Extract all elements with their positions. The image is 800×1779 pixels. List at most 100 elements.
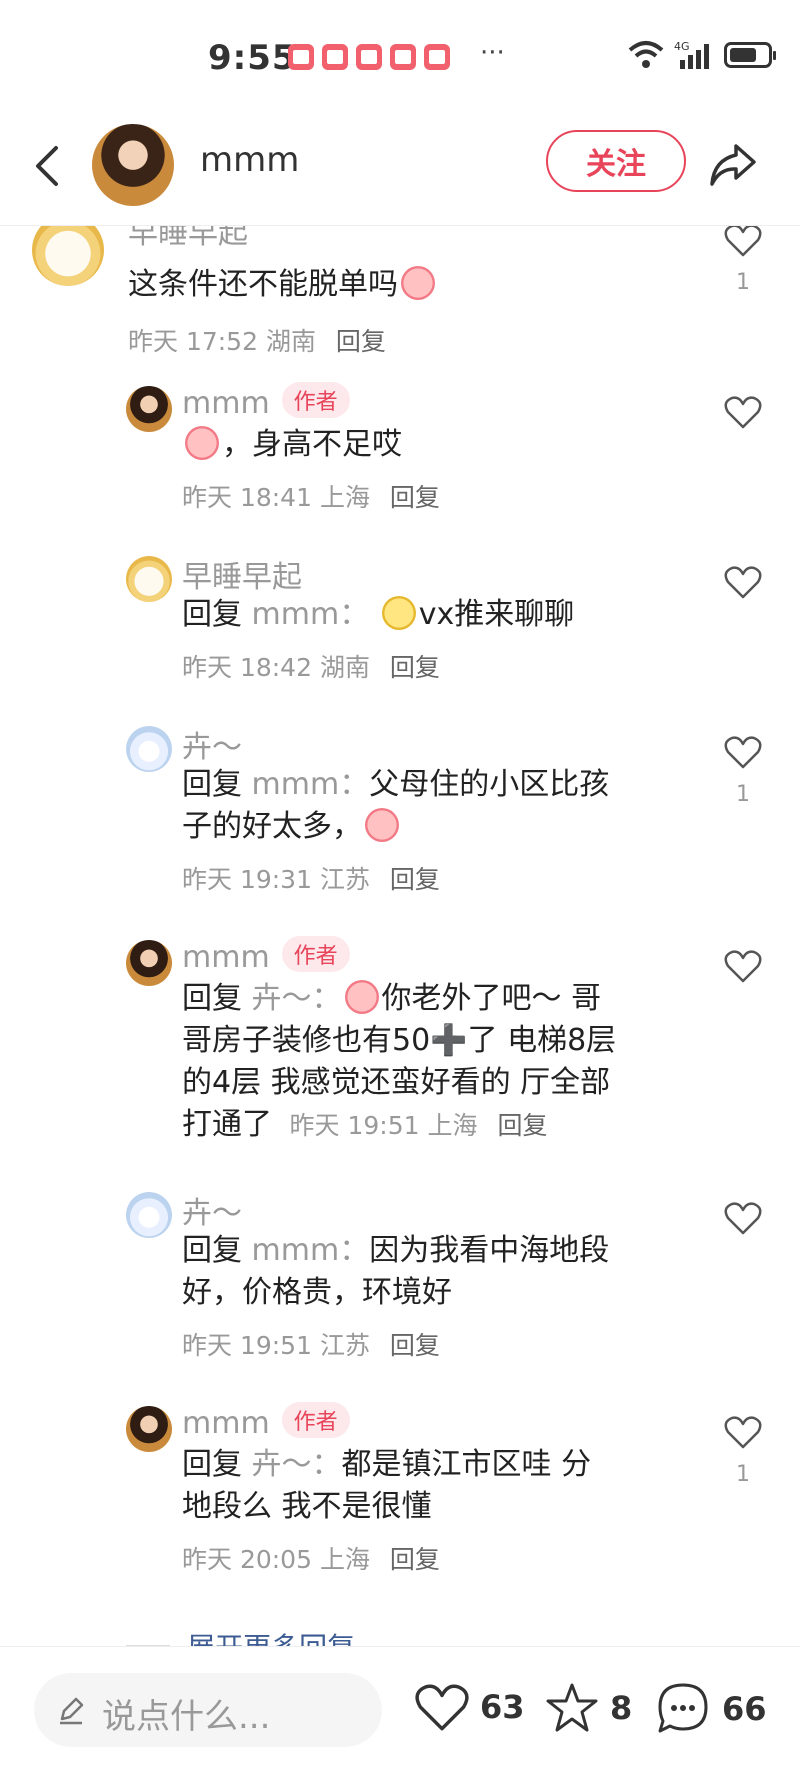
avatar[interactable]: [126, 556, 172, 602]
heart-icon[interactable]: [724, 948, 762, 984]
reply-button[interactable]: 回复: [390, 1545, 440, 1574]
reply-time: 昨天 18:42: [182, 653, 312, 682]
reply-text-line: 回复 mmm：因为我看中海地段: [182, 1230, 682, 1272]
reply-user-name: mmm: [182, 386, 270, 421]
reply-to-user[interactable]: mmm：: [252, 597, 370, 632]
author-badge: 作者: [281, 1402, 350, 1438]
reply-text[interactable]: 回复 mmm： vx推来聊聊: [182, 594, 702, 636]
reply-location: 上海: [319, 1545, 370, 1574]
reply-to-user[interactable]: 卉～：: [252, 1447, 342, 1482]
star-icon[interactable]: [544, 1681, 600, 1735]
reply-button[interactable]: 回复: [390, 653, 440, 682]
bottom-action-bar: 说点什么... 63 8 66: [0, 1646, 800, 1779]
reply-button[interactable]: 回复: [390, 1331, 440, 1360]
reply-text-line: 回复 卉～： 你老外了吧～ 哥: [182, 978, 702, 1020]
reply-body: 打通了: [182, 1107, 272, 1142]
like-count: 1: [736, 782, 750, 807]
heart-icon[interactable]: [724, 734, 762, 770]
signal-icon: 4G: [674, 40, 709, 69]
reply-meta: 昨天 18:42 湖南 回复: [182, 648, 440, 684]
reply-item: 卉～ 回复 mmm：父母住的小区比孩 子的好太多， 昨天 19:31 江苏 回复…: [0, 726, 800, 906]
system-icons: 4G: [628, 40, 776, 70]
avatar[interactable]: [126, 726, 172, 772]
back-icon[interactable]: [28, 138, 68, 194]
heart-icon[interactable]: [724, 1414, 762, 1450]
reply-text[interactable]: 回复 卉～：都是镇江市区哇 分 地段么 我不是很懂: [182, 1444, 682, 1528]
comment-count: 66: [722, 1690, 767, 1728]
like-stat[interactable]: 63: [414, 1681, 525, 1733]
comment-username[interactable]: 早睡早起: [128, 226, 248, 252]
like-count: 1: [736, 1462, 750, 1487]
comment-meta: 昨天 17:52 湖南 回复: [128, 322, 386, 358]
avatar[interactable]: [126, 940, 172, 986]
reply-prefix: 回复: [182, 597, 242, 632]
reply-body: 都是镇江市区哇 分: [341, 1447, 592, 1482]
reply-to-user[interactable]: mmm：: [252, 767, 370, 802]
reply-text[interactable]: 回复 mmm：因为我看中海地段 好，价格贵，环境好: [182, 1230, 682, 1314]
more-notifications-icon: ···: [480, 38, 505, 68]
reply-username[interactable]: mmm 作者: [182, 382, 350, 421]
status-bar: 9:55 ··· 4G: [0, 0, 800, 110]
reply-meta: 昨天 19:51 江苏 回复: [182, 1326, 440, 1362]
heart-icon[interactable]: [724, 564, 762, 600]
notification-app-icon: [390, 44, 416, 70]
comment-input[interactable]: 说点什么...: [34, 1673, 382, 1747]
author-name[interactable]: mmm: [200, 140, 299, 180]
reply-text-line: 好，价格贵，环境好: [182, 1275, 452, 1310]
reply-username[interactable]: 早睡早起: [182, 552, 302, 596]
reply-text[interactable]: 回复 卉～： 你老外了吧～ 哥 哥房子装修也有50➕了 电梯8层 的4层 我感觉还…: [182, 978, 702, 1147]
reply-username[interactable]: 卉～: [182, 722, 242, 766]
heart-icon[interactable]: [414, 1681, 470, 1733]
reply-text[interactable]: 回复 mmm：父母住的小区比孩 子的好太多，: [182, 764, 682, 848]
pencil-icon: [60, 1697, 84, 1725]
like-count: 1: [736, 270, 750, 295]
reply-text[interactable]: ，身高不足哎: [182, 424, 682, 466]
reply-item: 卉～ 回复 mmm：因为我看中海地段 好，价格贵，环境好 昨天 19:51 江苏…: [0, 1192, 800, 1372]
heart-icon[interactable]: [724, 394, 762, 430]
star-stat[interactable]: 8: [544, 1681, 632, 1735]
reply-button[interactable]: 回复: [390, 865, 440, 894]
reply-username[interactable]: mmm 作者: [182, 936, 350, 975]
comment-bubble-icon[interactable]: [654, 1681, 712, 1737]
notification-app-icon: [288, 44, 314, 70]
reply-location: 上海: [319, 483, 370, 512]
comment-stat[interactable]: 66: [654, 1681, 767, 1737]
avatar[interactable]: [126, 1406, 172, 1452]
reply-text-line: 打通了 昨天 19:51 上海 回复: [182, 1104, 702, 1147]
avatar[interactable]: [126, 386, 172, 432]
reply-text-line: 哥房子装修也有50➕了 电梯8层: [182, 1023, 617, 1058]
reply-text-line: 的4层 我感觉还蛮好看的 厅全部: [182, 1065, 611, 1100]
author-badge: 作者: [281, 382, 350, 418]
reply-body: 父母住的小区比孩: [369, 767, 610, 802]
follow-button[interactable]: 关注: [546, 130, 686, 192]
reply-item: mmm 作者 回复 卉～： 你老外了吧～ 哥 哥房子装修也有50➕了 电梯8层 的4…: [0, 936, 800, 1150]
heart-icon[interactable]: [724, 226, 762, 258]
reply-prefix: 回复: [182, 981, 242, 1016]
input-placeholder: 说点什么...: [102, 1697, 271, 1737]
reply-username[interactable]: mmm 作者: [182, 1402, 350, 1441]
reply-button[interactable]: 回复: [390, 483, 440, 512]
reply-body: ，身高不足哎: [222, 427, 402, 462]
share-icon[interactable]: [706, 138, 760, 192]
expand-more-replies[interactable]: 展开更多回复: [126, 1626, 526, 1646]
reply-body: vx推来聊聊: [418, 597, 575, 632]
heart-icon[interactable]: [724, 1200, 762, 1236]
comment-item: 早睡早起 这条件还不能脱单吗 昨天 17:52 湖南 回复 1: [0, 226, 800, 356]
reply-time: 昨天 19:31: [182, 865, 312, 894]
reply-to-user[interactable]: mmm：: [252, 1233, 370, 1268]
reply-to-user[interactable]: 卉～：: [252, 981, 342, 1016]
avatar[interactable]: [32, 226, 104, 286]
reply-location: 上海: [427, 1111, 478, 1140]
reply-text-line: 回复 mmm：父母住的小区比孩: [182, 764, 682, 806]
reply-button[interactable]: 回复: [336, 327, 386, 356]
author-avatar[interactable]: [92, 124, 174, 206]
avatar[interactable]: [126, 1192, 172, 1238]
comment-text[interactable]: 这条件还不能脱单吗: [128, 264, 628, 306]
crying-emoji-icon: [344, 980, 379, 1014]
reply-item: mmm 作者 ，身高不足哎 昨天 18:41 上海 回复: [0, 382, 800, 516]
crying-emoji-icon: [365, 808, 399, 842]
reply-button[interactable]: 回复: [497, 1111, 547, 1140]
comment-list[interactable]: 早睡早起 这条件还不能脱单吗 昨天 17:52 湖南 回复 1 mmm 作者 ，身…: [0, 226, 800, 1646]
expand-more-label: 展开更多回复: [187, 1631, 355, 1646]
reply-username[interactable]: 卉～: [182, 1188, 242, 1232]
